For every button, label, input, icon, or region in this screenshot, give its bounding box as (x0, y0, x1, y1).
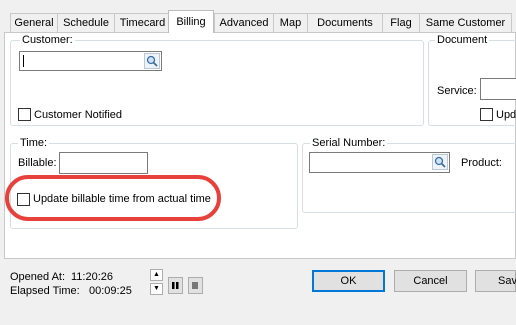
service-label: Service: (437, 85, 477, 97)
tab-billing[interactable]: Billing (168, 10, 214, 33)
product-label: Product: (461, 157, 502, 169)
tab-label: General (14, 17, 54, 29)
serial-number-input[interactable] (309, 152, 450, 173)
customer-search-button[interactable] (144, 53, 160, 69)
stop-icon (192, 282, 198, 289)
pause-icon (172, 282, 179, 289)
tab-documents[interactable]: Documents (307, 13, 383, 32)
customer-input[interactable] (19, 51, 162, 71)
tab-timecard[interactable]: Timecard (114, 13, 171, 32)
search-icon (434, 156, 446, 168)
elapsed-time-value: 00:09:25 (89, 285, 132, 297)
tab-label: Documents (317, 17, 373, 29)
save-button-label: Sav (498, 275, 516, 287)
tab-schedule[interactable]: Schedule (57, 13, 115, 32)
tab-label: Same Customer (425, 17, 506, 29)
cancel-button-label: Cancel (413, 275, 448, 287)
pause-button[interactable] (168, 277, 183, 294)
ok-button[interactable]: OK (312, 270, 385, 292)
cancel-button[interactable]: Cancel (394, 270, 467, 292)
ok-button-label: OK (340, 275, 357, 287)
tab-label: Map (279, 17, 302, 29)
tab-label: Schedule (63, 17, 109, 29)
tab-map[interactable]: Map (273, 13, 308, 32)
spin-down-button[interactable]: ▼ (150, 283, 163, 295)
tab-label: Advanced (219, 17, 269, 29)
spin-up-button[interactable]: ▲ (150, 269, 163, 281)
customer-group-label: Customer: (20, 34, 75, 47)
highlight-annotation (5, 175, 221, 221)
save-button[interactable]: Sav (475, 270, 516, 292)
serial-number-label: Serial Number: (310, 137, 388, 150)
billable-label: Billable: (18, 157, 57, 169)
update-document-label: Upd (496, 109, 516, 121)
arrow-down-icon: ▼ (153, 285, 160, 292)
tab-label: Billing (176, 16, 206, 28)
tab-advanced[interactable]: Advanced (214, 13, 274, 32)
text-caret (23, 55, 24, 67)
opened-at-value: 11:20:26 (71, 271, 114, 283)
customer-notified-checkbox[interactable] (18, 108, 31, 121)
tab-flag[interactable]: Flag (382, 13, 420, 32)
billable-time-input[interactable] (59, 152, 148, 174)
update-document-checkbox[interactable] (480, 108, 493, 121)
time-group-label: Time: (18, 137, 50, 150)
tab-label: Timecard (119, 17, 166, 29)
tab-label: Flag (390, 17, 412, 29)
search-icon (146, 55, 158, 67)
service-input[interactable] (480, 78, 516, 100)
tab-general[interactable]: General (10, 13, 58, 32)
opened-at-label: Opened At: (10, 271, 66, 283)
elapsed-time-label: Elapsed Time: (10, 285, 80, 297)
document-group-label: Document (435, 34, 490, 47)
customer-notified-label: Customer Notified (34, 109, 123, 121)
tab-same-customer[interactable]: Same Customer (419, 13, 512, 32)
stop-button[interactable] (188, 277, 203, 294)
arrow-up-icon: ▲ (153, 271, 160, 278)
serial-search-button[interactable] (432, 154, 448, 170)
